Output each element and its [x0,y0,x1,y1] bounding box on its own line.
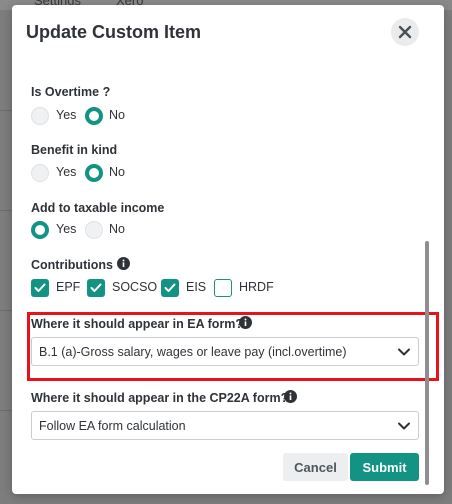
close-icon [398,25,412,39]
checkmark-icon [164,283,176,292]
modal-scrollbar[interactable] [425,241,429,485]
cp22a-form-info-icon[interactable] [284,390,297,403]
contributions-info-icon[interactable] [117,257,130,270]
close-button[interactable] [391,18,419,46]
contributions-checkbox-group: EPF SOCSO EIS HRDF [31,279,291,299]
cp22a-form-selected-value: Follow EA form calculation [39,419,186,433]
add-to-taxable-income-radio-group: Yes No [31,221,151,241]
ea-form-select[interactable]: B.1 (a)-Gross salary, wages or leave pay… [31,337,419,366]
is-overtime-yes-radio[interactable] [31,107,49,125]
checkmark-icon [90,283,102,292]
epf-checkbox[interactable] [31,279,49,297]
is-overtime-no-radio[interactable] [85,107,103,125]
contributions-label: Contributions [31,258,113,272]
modal-title: Update Custom Item [26,22,202,42]
submit-button[interactable]: Submit [350,453,419,481]
add-to-taxable-no-label: No [109,222,125,236]
is-overtime-no-label: No [109,108,125,122]
background-page-edge [0,10,12,504]
is-overtime-radio-group: Yes No [31,107,151,127]
add-to-taxable-yes-label: Yes [56,222,77,236]
benefit-in-kind-no-label: No [109,165,125,179]
hrdf-checkbox[interactable] [214,279,232,297]
is-overtime-yes-label: Yes [56,108,77,122]
benefit-in-kind-label: Benefit in kind [31,143,118,157]
ea-form-label: Where it should appear in EA form? [31,317,244,331]
benefit-in-kind-no-radio[interactable] [85,164,103,182]
chevron-down-icon [398,422,410,430]
cp22a-form-select[interactable]: Follow EA form calculation [31,411,419,440]
add-to-taxable-no-radio[interactable] [85,221,103,239]
eis-label: EIS [186,280,207,294]
socso-label: SOCSO [112,280,158,294]
cp22a-form-label: Where it should appear in the CP22A form… [31,391,289,405]
chevron-down-icon [398,348,410,356]
benefit-in-kind-yes-radio[interactable] [31,164,49,182]
update-custom-item-modal: Update Custom Item Is Overtime ? Yes No … [12,5,444,494]
benefit-in-kind-radio-group: Yes No [31,164,151,184]
socso-checkbox[interactable] [87,279,105,297]
benefit-in-kind-yes-label: Yes [56,165,77,179]
eis-checkbox[interactable] [161,279,179,297]
ea-form-info-icon[interactable] [239,316,252,329]
is-overtime-label: Is Overtime ? [31,85,111,99]
checkmark-icon [34,283,46,292]
ea-form-selected-value: B.1 (a)-Gross salary, wages or leave pay… [39,345,347,359]
cancel-button[interactable]: Cancel [283,453,348,481]
epf-label: EPF [56,280,81,294]
hrdf-label: HRDF [239,280,274,294]
add-to-taxable-yes-radio[interactable] [31,221,49,239]
add-to-taxable-income-label: Add to taxable income [31,201,165,215]
